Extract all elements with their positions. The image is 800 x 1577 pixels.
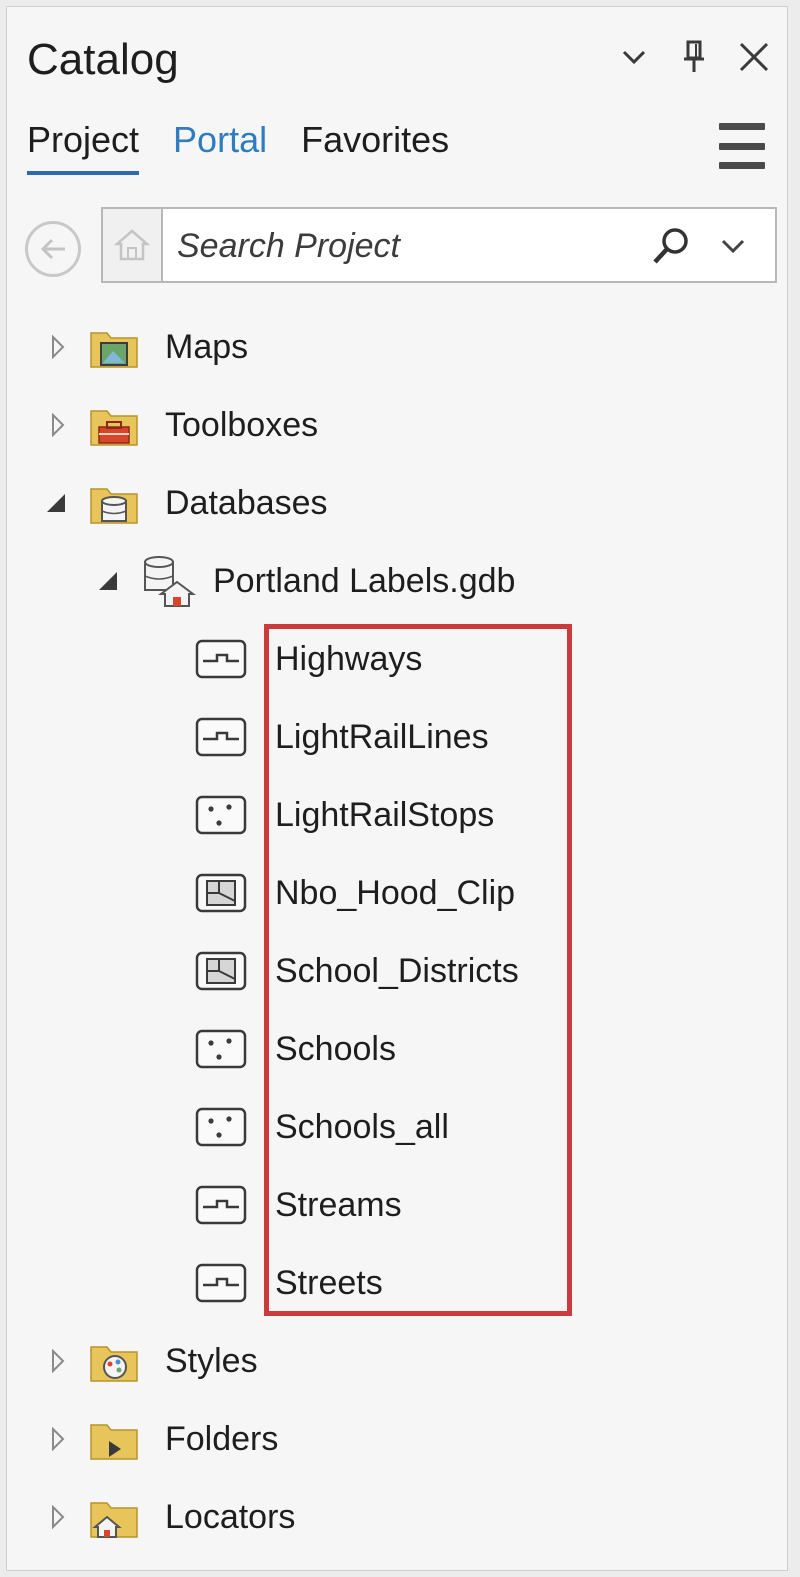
tree-item-label: Folders xyxy=(165,1419,279,1458)
tree-item-databases[interactable]: Databases xyxy=(43,468,328,538)
tree-item-geodatabase[interactable]: Portland Labels.gdb xyxy=(95,546,515,616)
toolbox-folder-icon xyxy=(89,403,139,447)
database-folder-icon xyxy=(89,481,139,525)
expand-arrow-icon[interactable] xyxy=(47,1424,69,1454)
tree-item-label: Nbo_Hood_Clip xyxy=(275,873,516,912)
feature-class-lightraillines[interactable]: LightRailLines xyxy=(195,702,489,772)
maps-folder-icon xyxy=(89,325,139,369)
tree-item-label: Streets xyxy=(275,1263,383,1302)
options-icon[interactable] xyxy=(617,37,651,77)
search-icon[interactable] xyxy=(649,225,693,269)
feature-class-schools[interactable]: Schools xyxy=(195,1014,396,1084)
catalog-tabs: Project Portal Favorites xyxy=(27,119,449,175)
home-button[interactable] xyxy=(103,209,163,281)
feature-class-school-districts[interactable]: School_Districts xyxy=(195,936,519,1006)
collapse-arrow-icon[interactable] xyxy=(95,566,121,596)
menu-icon[interactable] xyxy=(719,123,765,169)
polygon-feature-class-icon xyxy=(195,951,247,991)
tree-item-label: Portland Labels.gdb xyxy=(213,561,516,600)
close-icon[interactable] xyxy=(737,37,771,77)
back-arrow-icon xyxy=(40,238,65,260)
search-input[interactable] xyxy=(175,219,629,273)
feature-class-streets[interactable]: Streets xyxy=(195,1248,383,1318)
line-feature-class-icon xyxy=(195,1263,247,1303)
tree-item-label: Databases xyxy=(165,483,328,522)
point-feature-class-icon xyxy=(195,1107,247,1147)
tab-portal[interactable]: Portal xyxy=(173,119,267,175)
point-feature-class-icon xyxy=(195,1029,247,1069)
line-feature-class-icon xyxy=(195,1185,247,1225)
tree-item-label: Highways xyxy=(275,639,423,678)
home-icon xyxy=(114,229,150,261)
locators-folder-icon xyxy=(89,1495,139,1539)
folders-folder-icon xyxy=(89,1417,139,1461)
catalog-pane: Catalog Project Portal Favorites Search … xyxy=(6,6,788,1571)
feature-class-lightrailstops[interactable]: LightRailStops xyxy=(195,780,494,850)
tree-item-label: LightRailStops xyxy=(275,795,495,834)
feature-class-nbo-hood-clip[interactable]: Nbo_Hood_Clip xyxy=(195,858,515,928)
expand-arrow-icon[interactable] xyxy=(47,332,69,362)
feature-class-highways[interactable]: Highways xyxy=(195,624,422,694)
expand-arrow-icon[interactable] xyxy=(47,1502,69,1532)
chevron-down-icon[interactable] xyxy=(715,231,751,261)
point-feature-class-icon xyxy=(195,795,247,835)
tree-item-label: Maps xyxy=(165,327,249,366)
back-button[interactable] xyxy=(25,221,81,277)
tree-item-folders[interactable]: Folders xyxy=(47,1404,278,1474)
tree-item-maps[interactable]: Maps xyxy=(47,312,248,382)
tree-item-label: Schools xyxy=(275,1029,396,1068)
tab-project[interactable]: Project xyxy=(27,119,140,175)
pane-title-controls xyxy=(617,37,771,77)
tree-item-label: LightRailLines xyxy=(275,717,489,756)
tree-item-toolboxes[interactable]: Toolboxes xyxy=(47,390,318,460)
home-geodatabase-icon xyxy=(141,554,197,608)
tree-item-label: Styles xyxy=(165,1341,258,1380)
expand-arrow-icon[interactable] xyxy=(47,410,69,440)
tree-item-locators[interactable]: Locators xyxy=(47,1482,295,1552)
line-feature-class-icon xyxy=(195,717,247,757)
collapse-arrow-icon[interactable] xyxy=(43,488,69,518)
tree-item-label: Locators xyxy=(165,1497,296,1536)
polygon-feature-class-icon xyxy=(195,873,247,913)
tab-favorites[interactable]: Favorites xyxy=(301,119,449,175)
tree-item-label: Streams xyxy=(275,1185,402,1224)
tree-item-label: Schools_all xyxy=(275,1107,449,1146)
styles-folder-icon xyxy=(89,1339,139,1383)
feature-class-schools-all[interactable]: Schools_all xyxy=(195,1092,449,1162)
line-feature-class-icon xyxy=(195,639,247,679)
tree-item-styles[interactable]: Styles xyxy=(47,1326,258,1396)
tree-item-label: Toolboxes xyxy=(165,405,319,444)
search-box xyxy=(101,207,777,283)
pin-icon[interactable] xyxy=(677,37,711,77)
feature-class-streams[interactable]: Streams xyxy=(195,1170,402,1240)
tree-item-label: School_Districts xyxy=(275,951,519,990)
expand-arrow-icon[interactable] xyxy=(47,1346,69,1376)
navigation-bar xyxy=(25,207,781,289)
pane-title: Catalog xyxy=(27,35,179,84)
